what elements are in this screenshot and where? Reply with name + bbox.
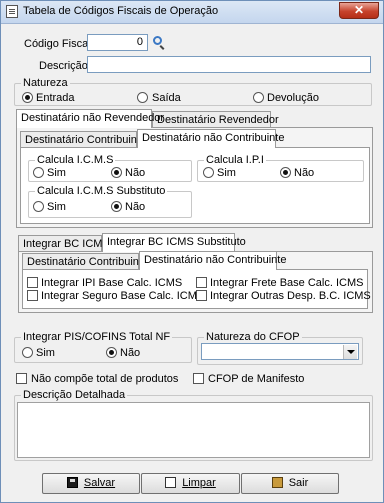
tab-integrar-destinatario-nao-contribuinte[interactable]: Destinatário não Contribuinte [139, 251, 286, 270]
search-icon[interactable] [153, 36, 162, 45]
calc-icms-nao-label: Não [125, 167, 146, 179]
integrar-ipi-label: Integrar IPI Base Calc. ICMS [41, 277, 183, 289]
natureza-entrada-radio[interactable] [22, 92, 33, 103]
pis-cofins-sim-radio[interactable] [22, 347, 33, 358]
calc-ipi-sim-radio[interactable] [203, 167, 214, 178]
natureza-entrada-label: Entrada [36, 92, 75, 104]
calc-icms-st-sim-label: Sim [47, 201, 66, 213]
calc-icms-title: Calcula I.C.M.S [35, 154, 116, 166]
integrar-outras-checkbox[interactable] [196, 290, 207, 301]
main-window: Tabela de Códigos Fiscais de Operação ✕ … [0, 0, 384, 503]
window-title: Tabela de Códigos Fiscais de Operação [23, 5, 219, 17]
descricao-detalhada-textarea[interactable] [17, 402, 370, 458]
calc-ipi-sim-label: Sim [217, 167, 236, 179]
calc-ipi-nao-radio[interactable] [280, 167, 291, 178]
natureza-saida-label: Saída [152, 92, 181, 104]
salvar-label: Salvar [83, 477, 116, 489]
pis-cofins-title: Integrar PIS/COFINS Total NF [21, 331, 173, 343]
tab-integrar-destinatario-contribuinte[interactable]: Destinatário Contribuinte [22, 253, 148, 270]
tab-destinatario-revendedor[interactable]: Destinatário Revendedor [152, 111, 279, 128]
calc-icms-nao-radio[interactable] [111, 167, 122, 178]
natureza-devolucao-radio[interactable] [253, 92, 264, 103]
tab-destinatario-nao-revendedor[interactable]: Destinatário não Revendedor [16, 109, 164, 128]
descricao-label: Descrição [39, 60, 88, 72]
integrar-ipi-checkbox[interactable] [27, 277, 38, 288]
integrar-frete-checkbox[interactable] [196, 277, 207, 288]
pis-cofins-nao-label: Não [120, 347, 141, 359]
natureza-cfop-title: Natureza do CFOP [204, 331, 302, 343]
calc-icms-st-sim-radio[interactable] [33, 201, 44, 212]
limpar-button[interactable]: Limpar [141, 473, 240, 494]
natureza-title: Natureza [21, 77, 70, 89]
tab-integrar-bc-icms-substituto[interactable]: Integrar BC ICMS Substituto [102, 233, 246, 252]
limpar-label: Limpar [182, 477, 216, 489]
calc-icms-st-title: Calcula I.C.M.S Substituto [35, 185, 168, 197]
integrar-frete-label: Integrar Frete Base Calc. ICMS [210, 277, 364, 289]
sair-button[interactable]: Sair [241, 473, 339, 494]
title-bar: Tabela de Códigos Fiscais de Operação ✕ [1, 1, 383, 24]
pis-cofins-nao-radio[interactable] [106, 347, 117, 358]
tab-destinatario-nao-contribuinte[interactable]: Destinatário não Contribuinte [137, 129, 284, 148]
codigo-fiscal-input[interactable]: 0 [87, 34, 148, 51]
integrar-outras-label: Integrar Outras Desp. B.C. ICMS [210, 290, 371, 302]
tab-destinatario-contribuinte[interactable]: Destinatário Contribuinte [20, 131, 146, 148]
calc-icms-st-nao-radio[interactable] [111, 201, 122, 212]
nao-compoe-total-checkbox[interactable] [16, 373, 27, 384]
natureza-saida-radio[interactable] [137, 92, 148, 103]
cfop-manifesto-checkbox[interactable] [193, 373, 204, 384]
integrar-inner-panel [22, 269, 368, 309]
descricao-input[interactable] [87, 56, 371, 73]
cfop-manifesto-label: CFOP de Manifesto [208, 373, 305, 385]
save-icon [66, 477, 78, 488]
chevron-down-icon[interactable] [343, 345, 357, 359]
nao-compoe-total-label: Não compõe total de produtos [31, 373, 179, 385]
clear-icon [165, 477, 177, 488]
codigo-fiscal-label: Código Fiscal [24, 38, 91, 50]
natureza-devolucao-label: Devolução [267, 92, 319, 104]
form-icon [6, 5, 18, 18]
calc-icms-st-nao-label: Não [125, 201, 146, 213]
exit-door-icon [271, 477, 283, 488]
natureza-cfop-select[interactable] [201, 343, 359, 360]
sair-label: Sair [288, 477, 309, 489]
calc-icms-sim-label: Sim [47, 167, 66, 179]
calc-ipi-title: Calcula I.P.I [204, 154, 266, 166]
calc-icms-sim-radio[interactable] [33, 167, 44, 178]
salvar-button[interactable]: Salvar [42, 473, 140, 494]
pis-cofins-sim-label: Sim [36, 347, 55, 359]
tab-integrar-bc-icms[interactable]: Integrar BC ICMS [18, 235, 110, 252]
calc-ipi-nao-label: Não [294, 167, 315, 179]
close-button[interactable]: ✕ [339, 2, 379, 19]
descricao-detalhada-title: Descrição Detalhada [21, 389, 128, 401]
integrar-seguro-checkbox[interactable] [27, 290, 38, 301]
integrar-seguro-label: Integrar Seguro Base Calc. ICMS [41, 290, 205, 302]
